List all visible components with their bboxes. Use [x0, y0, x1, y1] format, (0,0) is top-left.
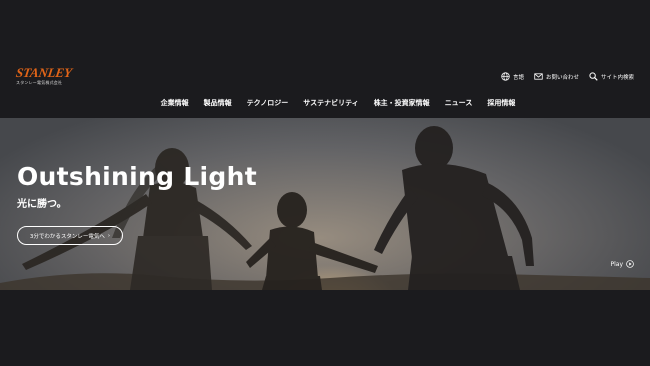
utility-nav: 言語 お問い合わせ サイト内検索	[501, 72, 634, 81]
play-circle-icon	[626, 260, 634, 268]
language-link[interactable]: 言語	[501, 72, 524, 81]
nav-item-sustainability[interactable]: サステナビリティ	[303, 98, 358, 108]
hero-subtitle: 光に勝つ。	[17, 199, 67, 210]
globe-icon	[501, 72, 510, 81]
site-search-link[interactable]: サイト内検索	[589, 72, 634, 81]
language-label: 言語	[512, 74, 524, 81]
hero-family-silhouette-image	[0, 126, 650, 290]
nav-item-products[interactable]: 製品情報	[204, 98, 232, 108]
site-header: STANLEY スタンレー電気株式会社 言語 お問い合わせ サイト内検索 企業情…	[0, 60, 650, 118]
contact-link[interactable]: お問い合わせ	[534, 72, 579, 81]
hero-banner: Outshining Light 光に勝つ。 3分でわかるスタンレー電気へ › …	[0, 118, 650, 290]
search-icon	[589, 72, 598, 81]
hero-cta-label: 3分でわかるスタンレー電気へ	[29, 233, 105, 240]
nav-item-company[interactable]: 企業情報	[161, 98, 189, 108]
stanley-logo[interactable]: STANLEY スタンレー電気株式会社	[15, 65, 73, 86]
site-search-label: サイト内検索	[600, 74, 634, 81]
nav-item-investors[interactable]: 株主・投資家情報	[374, 98, 430, 108]
contact-label: お問い合わせ	[545, 74, 579, 81]
nav-item-careers[interactable]: 採用情報	[487, 98, 515, 108]
hero-title: Outshining Light	[17, 162, 257, 191]
mail-icon	[534, 73, 543, 80]
logo-wordmark: STANLEY	[15, 65, 73, 80]
nav-item-news[interactable]: ニュース	[445, 98, 473, 108]
main-nav: 企業情報 製品情報 テクノロジー サステナビリティ 株主・投資家情報 ニュース …	[0, 98, 650, 108]
play-button[interactable]: Play	[610, 260, 634, 268]
chevron-right-icon: ›	[107, 232, 111, 239]
nav-item-technology[interactable]: テクノロジー	[247, 98, 289, 108]
hero-cta-button[interactable]: 3分でわかるスタンレー電気へ ›	[17, 226, 123, 245]
play-label: Play	[610, 260, 623, 268]
logo-company-name: スタンレー電気株式会社	[16, 80, 63, 85]
